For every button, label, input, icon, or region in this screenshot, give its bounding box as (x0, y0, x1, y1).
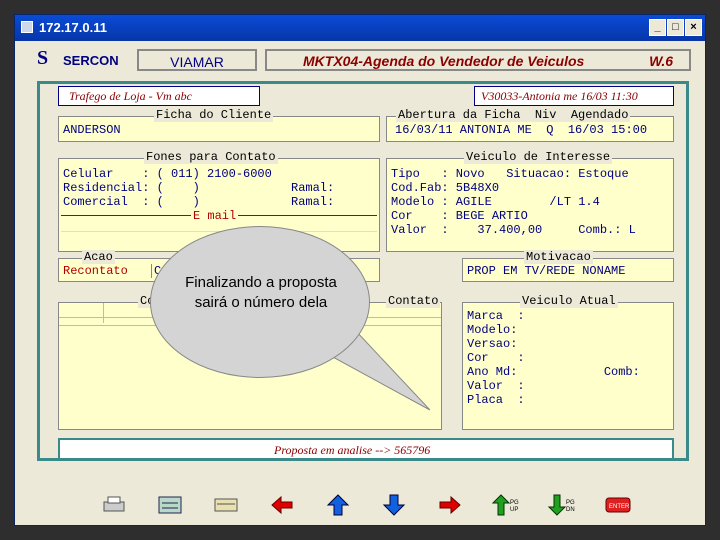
ficha-legend: Ficha do Cliente (154, 108, 274, 122)
current-vehicle-box: Marca : Modelo: Versao: Cor : Ano Md: Co… (462, 302, 674, 430)
maximize-button[interactable]: □ (667, 19, 684, 36)
versao-field[interactable]: Versao: (467, 337, 517, 351)
fones-legend: Fones para Contato (144, 150, 278, 164)
module-name: VIAMAR (137, 49, 257, 71)
speech-bubble: Finalizando a proposta sairá o número de… (150, 226, 370, 378)
current-vehicle-legend: Veiculo Atual (520, 294, 618, 308)
window-title: 172.17.0.11 (39, 20, 107, 35)
screen-title: MKTX04-Agenda do Vendedor de Veiculos (303, 53, 585, 69)
svg-text:ENTER: ENTER (609, 504, 630, 510)
email-label: E mail (191, 209, 239, 223)
page-down-icon[interactable]: PG DN (547, 491, 577, 519)
action-legend: Acao (82, 250, 115, 264)
system-menu-icon[interactable] (21, 21, 33, 33)
celular-field[interactable]: Celular : ( 011) 2100-6000 (63, 167, 272, 181)
printer-icon[interactable] (99, 491, 129, 519)
abertura-legend: Abertura da Ficha Niv Agendado (396, 108, 631, 122)
ramal-label-2: Ramal: (291, 195, 335, 209)
arrow-up-icon[interactable] (323, 491, 353, 519)
keyboard-icon[interactable] (211, 491, 241, 519)
codfab-field[interactable]: Cod.Fab: 5B48X0 (391, 181, 499, 195)
comercial-field[interactable]: Comercial : ( ) (63, 195, 200, 209)
status-bar: Proposta em analise --> 565796 (58, 438, 674, 460)
svg-text:PG: PG (510, 500, 519, 506)
enter-icon[interactable]: ENTER (603, 491, 633, 519)
motivation-legend: Motivacao (524, 250, 593, 264)
arrow-right-icon[interactable] (435, 491, 465, 519)
calculator-icon[interactable] (155, 491, 185, 519)
cor-field[interactable]: Cor : BEGE ARTIO (391, 209, 528, 223)
tipo-field[interactable]: Tipo : Novo Situacao: Estoque (391, 167, 629, 181)
title-bar: 172.17.0.11 _ □ × (15, 15, 705, 41)
interest-vehicle-legend: Veiculo de Interesse (464, 150, 613, 164)
svg-text:PG: PG (566, 500, 575, 506)
arrow-down-icon[interactable] (379, 491, 409, 519)
cor-atual-field[interactable]: Cor : (467, 351, 525, 365)
status-text: Proposta em analise --> 565796 (274, 443, 431, 457)
ramal-label-1: Ramal: (291, 181, 335, 195)
ano-field[interactable]: Ano Md: Comb: (467, 365, 640, 379)
traffic-label: Trafego de Loja - Vm abc (58, 86, 260, 106)
valor-atual-field[interactable]: Valor : (467, 379, 525, 393)
logo: S SERCON (33, 47, 143, 71)
marca-field[interactable]: Marca : (467, 309, 525, 323)
placa-field[interactable]: Placa : (467, 393, 525, 407)
residencial-field[interactable]: Residencial: ( ) (63, 181, 200, 195)
modelo-atual-field[interactable]: Modelo: (467, 323, 517, 337)
version-label: W.6 (649, 53, 673, 69)
svg-text:UP: UP (510, 507, 518, 513)
modelo-field[interactable]: Modelo : AGILE /LT 1.4 (391, 195, 600, 209)
speech-bubble-text: Finalizando a proposta sairá o número de… (185, 274, 337, 311)
contacts-col-divider (103, 303, 104, 323)
minimize-button[interactable]: _ (649, 19, 666, 36)
close-button[interactable]: × (685, 19, 702, 36)
user-timestamp-label: V30033-Antonia me 16/03 11:30 (474, 86, 674, 106)
page-up-icon[interactable]: PG UP (491, 491, 521, 519)
logo-letter: S (37, 47, 49, 69)
logo-text: SERCON (63, 53, 119, 68)
screen-title-bar: MKTX04-Agenda do Vendedor de Veiculos W.… (265, 49, 691, 71)
arrow-left-icon[interactable] (267, 491, 297, 519)
svg-text:DN: DN (566, 507, 575, 513)
